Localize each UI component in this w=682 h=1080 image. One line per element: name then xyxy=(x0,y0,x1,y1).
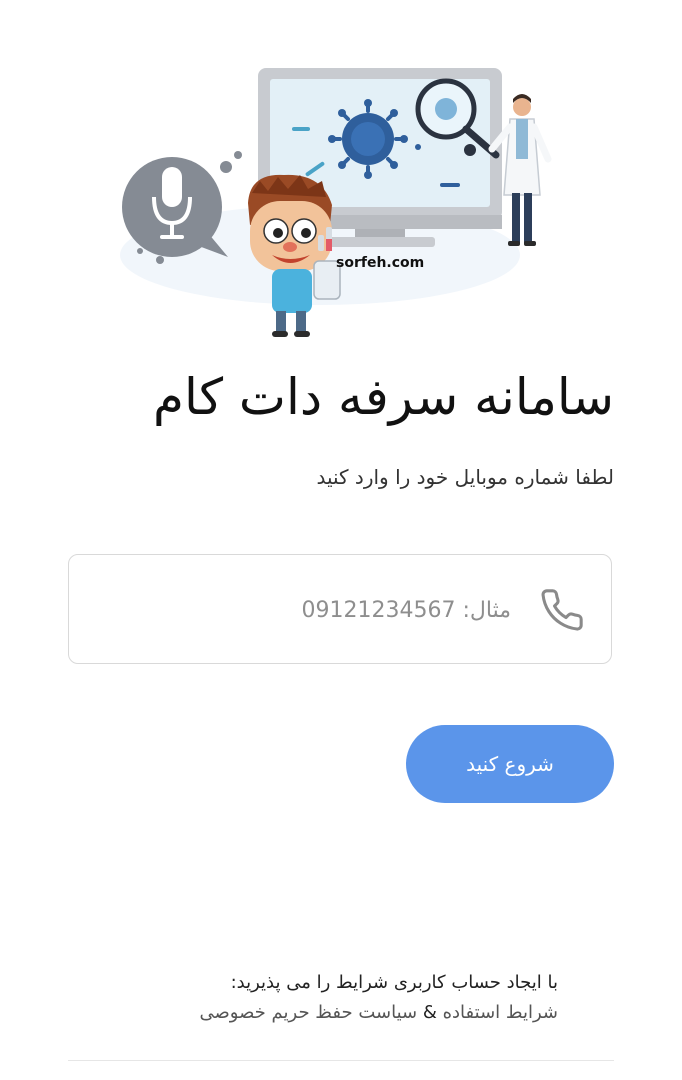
terms-intro: با ایجاد حساب کاربری شرایط را می پذیرید: xyxy=(230,972,558,993)
cartoon-boy-figure xyxy=(248,174,341,337)
terms-notice: با ایجاد حساب کاربری شرایط را می پذیرید:… xyxy=(68,968,558,1028)
phone-icon xyxy=(541,589,583,631)
phone-field[interactable] xyxy=(68,554,612,664)
page-title: سامانه سرفه دات کام xyxy=(153,368,614,426)
terms-of-use-link[interactable]: شرایط استفاده xyxy=(443,1002,558,1023)
terms-ampersand: & xyxy=(422,1002,437,1023)
phone-input[interactable] xyxy=(111,583,511,637)
start-button[interactable]: شروع کنید xyxy=(406,725,614,803)
privacy-policy-link[interactable]: سیاست حفظ حریم خصوصی xyxy=(199,1002,417,1023)
terms-links: شرایط استفاده & سیاست حفظ حریم خصوصی xyxy=(68,998,558,1028)
hero-illustration: sorfeh.com xyxy=(100,55,580,345)
watermark-text: sorfeh.com xyxy=(336,255,424,271)
bottom-divider xyxy=(68,1060,614,1061)
virus-icon xyxy=(328,99,408,179)
page-subtitle: لطفا شماره موبایل خود را وارد کنید xyxy=(316,465,614,489)
